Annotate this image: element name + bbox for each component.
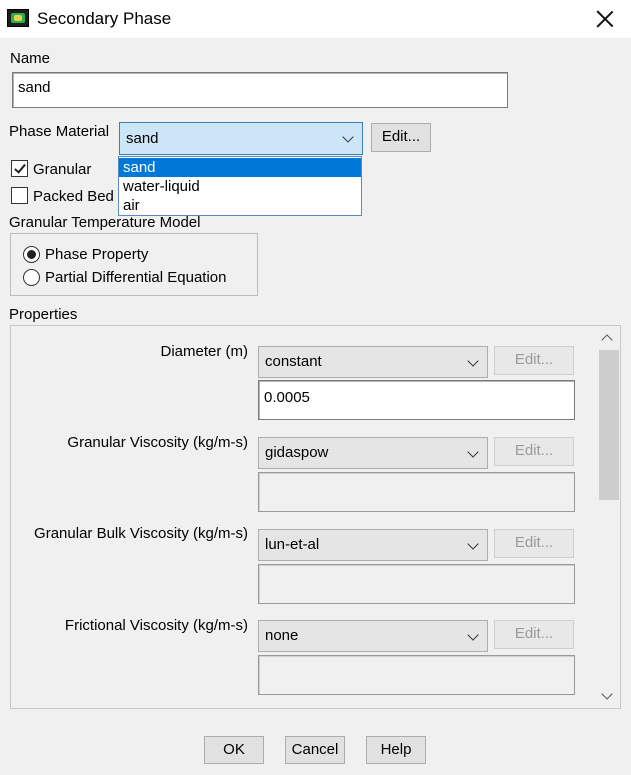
partial-differential-equation-radio[interactable] [23,269,40,286]
granular-viscosity-method-select[interactable]: gidaspow [258,437,488,469]
granular-bulk-viscosity-value-input[interactable] [258,564,575,604]
chevron-down-icon [467,538,479,550]
chevron-down-icon [342,131,354,143]
help-button[interactable]: Help [366,736,426,764]
phase-material-select[interactable]: sand [119,122,363,155]
frictional-viscosity-label: Frictional Viscosity (kg/m-s) [64,617,248,634]
phase-material-selected: sand [126,130,159,147]
diameter-edit-button[interactable]: Edit... [494,346,574,375]
secondary-phase-dialog: Secondary Phase Name sand Phase Material… [0,0,631,775]
packed-bed-label: Packed Bed [33,188,114,205]
phase-property-label: Phase Property [45,246,149,263]
granular-bulk-viscosity-method-select[interactable]: lun-et-al [258,529,488,561]
phase-material-label: Phase Material [9,123,110,140]
dropdown-option-water-liquid[interactable]: water-liquid [119,177,361,196]
diameter-label: Diameter (m) [160,343,248,360]
ok-button[interactable]: OK [204,736,264,764]
granular-bulk-viscosity-method-value: lun-et-al [265,536,320,553]
diameter-method-value: constant [265,353,322,370]
partial-differential-equation-label: Partial Differential Equation [45,269,227,286]
granular-bulk-viscosity-label: Granular Bulk Viscosity (kg/m-s) [34,525,248,542]
frictional-viscosity-method-value: none [265,627,299,644]
frictional-viscosity-value-input[interactable] [258,655,575,695]
granular-label: Granular [33,161,92,178]
chevron-down-icon [467,446,479,458]
granular-bulk-viscosity-edit-button[interactable]: Edit... [494,529,574,558]
granular-viscosity-value-input[interactable] [258,472,575,512]
granular-checkbox[interactable] [11,160,28,177]
granular-viscosity-edit-button[interactable]: Edit... [494,437,574,466]
packed-bed-checkbox[interactable] [11,187,28,204]
title-bar: Secondary Phase [0,0,631,38]
diameter-method-select[interactable]: constant [258,346,488,378]
granular-viscosity-label: Granular Viscosity (kg/m-s) [67,434,248,451]
cancel-button[interactable]: Cancel [285,736,345,764]
diameter-value-input[interactable]: 0.0005 [258,380,575,420]
chevron-down-icon [467,355,479,367]
phase-property-radio[interactable] [23,246,40,263]
frictional-viscosity-method-select[interactable]: none [258,620,488,652]
close-icon[interactable] [594,8,616,30]
name-input[interactable]: sand [12,72,508,108]
scroll-thumb[interactable] [599,350,619,500]
name-label: Name [10,50,51,67]
check-icon [14,161,26,174]
granular-viscosity-method-value: gidaspow [265,444,329,461]
chevron-down-icon [467,629,479,641]
dropdown-option-sand[interactable]: sand [119,158,361,177]
window-title: Secondary Phase [37,9,172,28]
frictional-viscosity-edit-button[interactable]: Edit... [494,620,574,649]
phase-material-edit-button[interactable]: Edit... [371,123,431,152]
dropdown-option-air[interactable]: air [119,196,361,215]
properties-label: Properties [9,306,78,323]
granular-temperature-model-group [10,233,258,296]
granular-temperature-model-label: Granular Temperature Model [9,214,201,231]
app-icon [7,9,29,27]
phase-material-dropdown: sand water-liquid air [118,156,362,216]
